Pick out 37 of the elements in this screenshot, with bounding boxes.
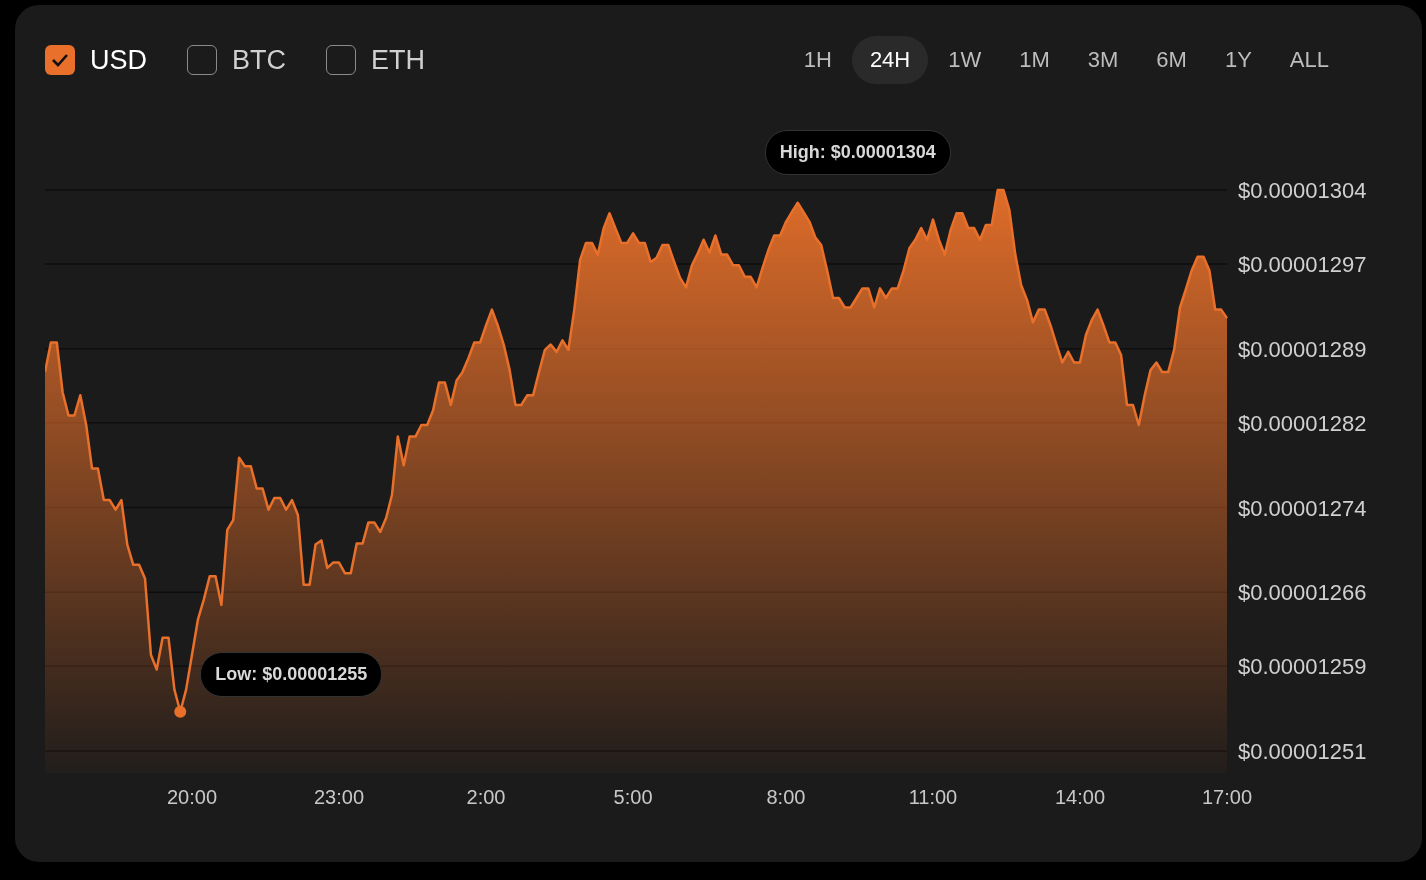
low-point-marker (174, 705, 187, 718)
range-tab[interactable]: ALL (1271, 36, 1347, 84)
currency-label: USD (90, 44, 147, 76)
range-tab[interactable]: 1Y (1206, 36, 1270, 84)
y-axis-label: $0.00001289 (1238, 336, 1367, 362)
range-tab[interactable]: 3M (1069, 36, 1137, 84)
y-axis-label: $0.00001274 (1238, 495, 1367, 521)
currency-checkbox[interactable]: USD (45, 44, 147, 76)
y-axis-label: $0.00001297 (1238, 252, 1367, 278)
range-tab[interactable]: 24H (851, 36, 929, 84)
range-tab[interactable]: 6M (1138, 36, 1205, 84)
x-axis-label: 2:00 (466, 786, 506, 808)
currency-checkbox[interactable]: ETH (326, 44, 425, 76)
range-tab[interactable]: 1M (1001, 36, 1068, 84)
range-tab[interactable]: 1H (785, 36, 850, 84)
currency-label: BTC (232, 44, 286, 76)
y-axis-label: $0.00001251 (1238, 739, 1367, 764)
low-price-tooltip: Low: $0.00001255 (200, 651, 383, 697)
x-axis-label: 8:00 (766, 786, 806, 808)
checkbox[interactable] (45, 45, 75, 75)
checkbox[interactable] (326, 45, 356, 75)
check-icon (51, 53, 69, 67)
y-axis-label: $0.00001304 (1238, 178, 1367, 203)
y-axis-label: $0.00001266 (1238, 580, 1367, 606)
y-axis-label: $0.00001259 (1238, 654, 1367, 680)
x-axis-label: 23:00 (314, 786, 365, 808)
y-axis-label: $0.00001282 (1238, 410, 1367, 436)
x-axis-label: 5:00 (613, 786, 653, 808)
checkbox[interactable] (187, 45, 217, 75)
x-axis-label: 17:00 (1201, 786, 1253, 808)
x-axis-label: 11:00 (908, 786, 958, 808)
high-price-tooltip: High: $0.00001304 (764, 130, 951, 175)
range-tab[interactable]: 1W (930, 36, 1000, 84)
x-axis-label: 14:00 (1054, 786, 1105, 808)
currency-label: ETH (371, 44, 425, 76)
x-axis-label: 20:00 (167, 786, 218, 808)
currency-checkbox[interactable]: BTC (187, 44, 286, 76)
